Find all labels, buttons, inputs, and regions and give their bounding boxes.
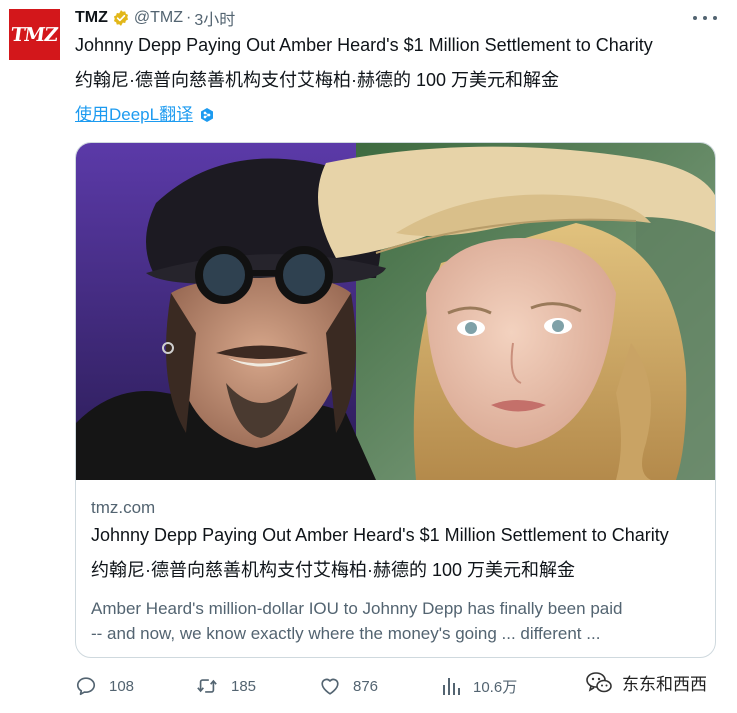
more-dot [693,16,697,20]
card-photo[interactable] [76,143,715,480]
author-name[interactable]: TMZ [75,9,108,27]
card-description-line: Amber Heard's million-dollar IOU to John… [91,599,623,618]
more-dot [703,16,707,20]
author-handle[interactable]: @TMZ [134,9,183,27]
card-description: Amber Heard's million-dollar IOU to John… [91,596,706,646]
card-description-line: -- and now, we know exactly where the mo… [91,624,601,643]
wechat-icon [586,671,612,695]
tmz-avatar[interactable]: TMZ [9,9,60,60]
like-button[interactable]: 876 [319,675,378,697]
wechat-watermark: 东东和西西 [586,670,707,695]
views-icon [441,675,461,697]
tweet-header: TMZ @TMZ · 3小时 [75,6,235,30]
tweet-timestamp[interactable]: 3小时 [194,6,235,30]
retweet-icon [195,675,219,697]
reply-icon [75,675,97,697]
tweet-text: Johnny Depp Paying Out Amber Heard's $1 … [75,35,653,55]
more-options-icon[interactable] [693,8,717,28]
views-count: 10.6万 [473,678,518,696]
retweet-button[interactable]: 185 [195,675,256,697]
card-title: Johnny Depp Paying Out Amber Heard's $1 … [91,525,669,545]
card-title-translation: 约翰尼·德普向慈善机构支付艾梅柏·赫德的 100 万美元和解金 [91,560,576,580]
tweet-text-translation: 约翰尼·德普向慈善机构支付艾梅柏·赫德的 100 万美元和解金 [75,70,560,90]
deepl-icon [199,107,215,123]
watermark-text: 东东和西西 [622,675,707,694]
verified-badge-icon [112,9,130,27]
translate-link[interactable]: 使用DeepL翻译 [75,104,215,126]
heart-icon [319,675,341,697]
more-dot [713,16,717,20]
card-domain: tmz.com [91,498,156,517]
like-count: 876 [353,677,379,695]
header-separator: · [186,9,192,26]
retweet-count: 185 [231,677,257,695]
translate-label: 使用DeepL翻译 [75,105,194,124]
reply-button[interactable]: 108 [75,675,134,697]
avatar-logo-text: TMZ [9,23,60,46]
link-preview-card[interactable]: tmz.com Johnny Depp Paying Out Amber Hea… [75,142,716,658]
reply-count: 108 [109,677,135,695]
views-button[interactable]: 10.6万 [441,675,517,697]
